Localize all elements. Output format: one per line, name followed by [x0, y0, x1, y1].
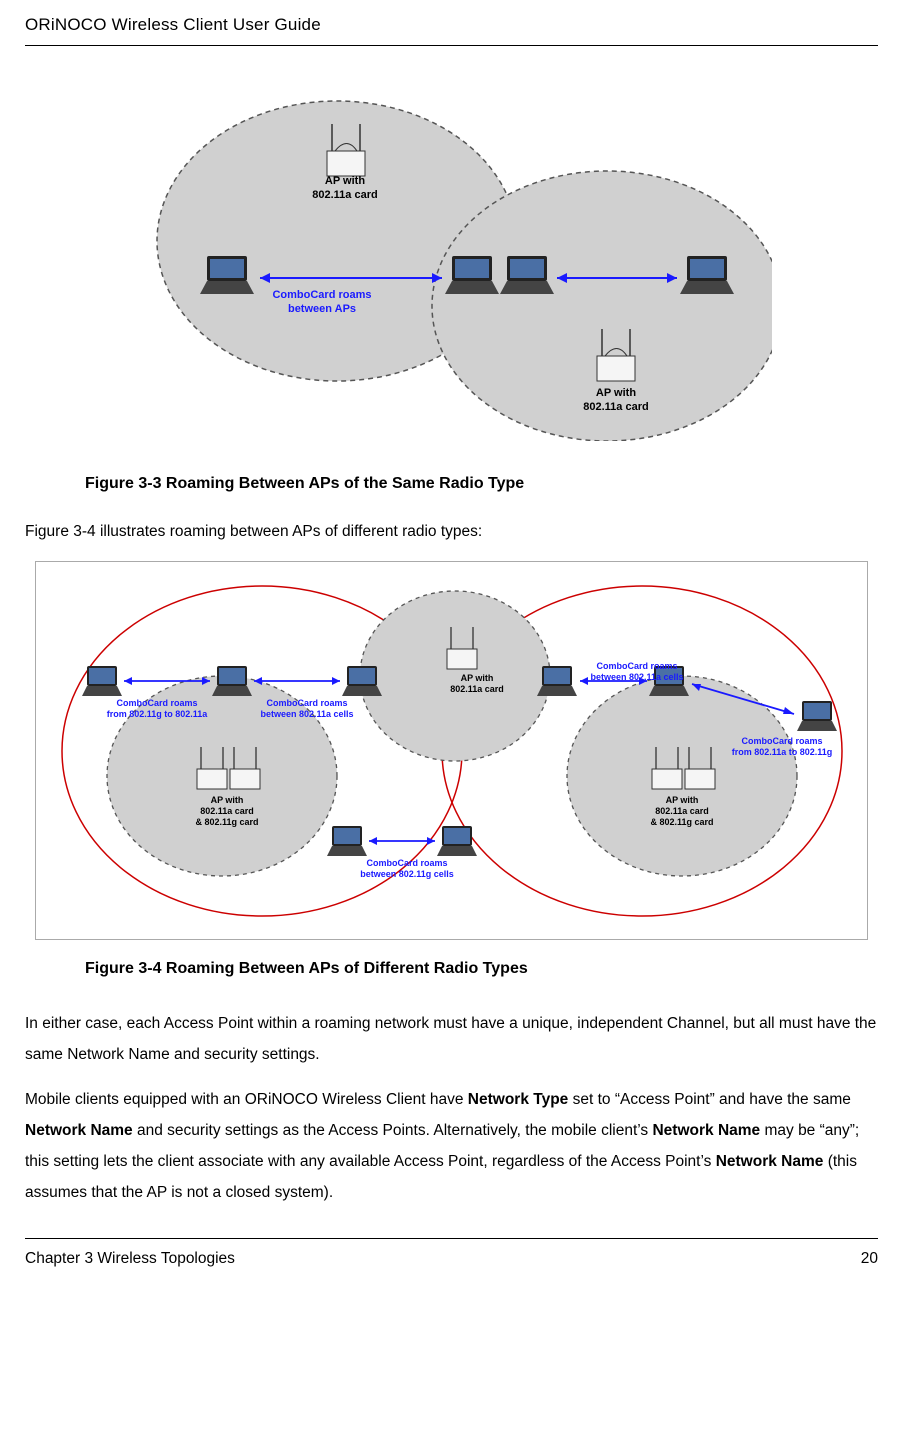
p3-t1: Mobile clients equipped with an ORiNOCO …	[25, 1091, 468, 1108]
fig1-ap1-line2: 802.11a card	[312, 189, 377, 201]
p3-b4: Network Name	[716, 1153, 824, 1170]
fig2-topap-l2: 802.11a card	[450, 684, 504, 694]
p3-b2: Network Name	[25, 1122, 133, 1139]
fig1-ap2-line2: 802.11a card	[583, 401, 648, 413]
header-divider	[25, 45, 878, 46]
paragraph-either-case: In either case, each Access Point within…	[25, 1008, 878, 1070]
fig2-rightap-l1: AP with	[665, 795, 698, 805]
fig2-rightroam1-l2: between 802.11a cells	[590, 672, 683, 682]
p3-b1: Network Type	[468, 1091, 569, 1108]
fig2-rightap-l3: & 802.11g card	[650, 817, 713, 827]
fig2-topap-l1: AP with	[460, 673, 493, 683]
page-header: ORiNOCO Wireless Client User Guide	[25, 10, 878, 45]
figure-3-3-svg: AP with 802.11a card ComboCard roams bet…	[132, 66, 772, 441]
fig2-rightap-l2: 802.11a card	[655, 806, 709, 816]
fig2-leftap-l1: AP with	[210, 795, 243, 805]
fig2-rightroam2-l1: ComboCard roams	[741, 736, 822, 746]
fig2-bottomroam-l2: between 802.11g cells	[360, 869, 454, 879]
paragraph-mobile-clients: Mobile clients equipped with an ORiNOCO …	[25, 1084, 878, 1208]
figure-3-4-caption: Figure 3-4 Roaming Between APs of Differ…	[85, 955, 878, 984]
fig2-rightroam1-l1: ComboCard roams	[596, 661, 677, 671]
p3-b3: Network Name	[652, 1122, 760, 1139]
fig1-roam-line2: between APs	[287, 303, 355, 315]
footer-right: 20	[861, 1245, 878, 1273]
figure-3-4-container: ComboCard roams from 802.11g to 802.11a …	[35, 561, 868, 940]
footer-divider	[25, 1238, 878, 1239]
page-footer: Chapter 3 Wireless Topologies 20	[25, 1245, 878, 1283]
fig2-rightroam2-l2: from 802.11a to 802.11g	[731, 747, 832, 757]
p3-t3: and security settings as the Access Poin…	[133, 1122, 653, 1139]
fig2-leftap-l2: 802.11a card	[200, 806, 254, 816]
fig2-midroam1-l1: ComboCard roams	[266, 698, 347, 708]
fig1-ap1-line1: AP with	[324, 175, 364, 187]
fig2-leftap-l3: & 802.11g card	[195, 817, 258, 827]
fig2-midroam1-l2: between 802.11a cells	[260, 709, 353, 719]
fig1-ap2-line1: AP with	[595, 387, 635, 399]
figure-3-4-svg: ComboCard roams from 802.11g to 802.11a …	[42, 566, 862, 926]
p3-t2: set to “Access Point” and have the same	[568, 1091, 851, 1108]
fig2-leftroam-l1: ComboCard roams	[116, 698, 197, 708]
figure-3-3-container: AP with 802.11a card ComboCard roams bet…	[25, 66, 878, 450]
fig2-bottomroam-l1: ComboCard roams	[366, 858, 447, 868]
paragraph-intro-fig4: Figure 3-4 illustrates roaming between A…	[25, 516, 878, 547]
footer-left: Chapter 3 Wireless Topologies	[25, 1245, 235, 1273]
fig1-roam-line1: ComboCard roams	[272, 289, 371, 301]
fig2-leftroam-l2: from 802.11g to 802.11a	[106, 709, 208, 719]
figure-3-3-caption: Figure 3-3 Roaming Between APs of the Sa…	[85, 470, 878, 499]
